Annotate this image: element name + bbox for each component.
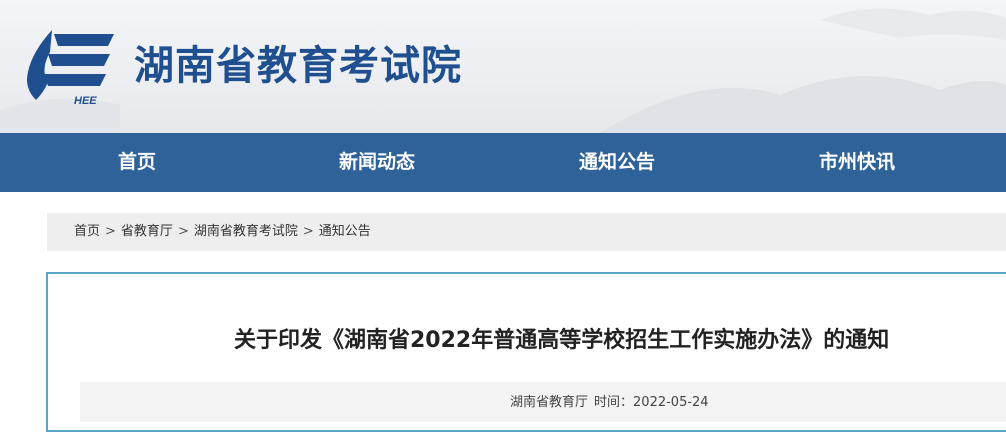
article-date: 2022-05-24 [633, 395, 709, 410]
article-date-label: 时间： [594, 395, 634, 410]
article-meta-bar: 湖南省教育厅 时间：2022-05-24 [80, 382, 1006, 422]
breadcrumb-separator: > [105, 224, 116, 239]
nav-item-city-news[interactable]: 市州快讯 [767, 133, 947, 192]
main-nav: 首页 新闻动态 通知公告 市州快讯 [0, 133, 1006, 192]
hee-logo[interactable]: HEE [14, 22, 124, 112]
breadcrumb-separator: > [177, 224, 189, 239]
breadcrumb-notices[interactable]: 通知公告 [319, 224, 371, 239]
nav-item-notices[interactable]: 通知公告 [527, 133, 707, 192]
article-source: 湖南省教育厅 [510, 395, 589, 410]
site-title[interactable]: 湖南省教育考试院 [134, 38, 462, 94]
breadcrumb: 首页 > 省教育厅 > 湖南省教育考试院 > 通知公告 [47, 213, 1006, 251]
article-title: 关于印发《湖南省2022年普通高等学校招生工作实施办法》的通知 [234, 328, 890, 353]
logo-text: HEE [74, 95, 97, 107]
breadcrumb-exam-authority[interactable]: 湖南省教育考试院 [194, 224, 298, 239]
breadcrumb-education-dept[interactable]: 省教育厅 [121, 224, 173, 239]
article-panel: 关于印发《湖南省2022年普通高等学校招生工作实施办法》的通知 湖南省教育厅 时间… [46, 272, 1006, 432]
breadcrumb-home[interactable]: 首页 [74, 224, 100, 239]
nav-item-news[interactable]: 新闻动态 [287, 133, 467, 192]
article-meta: 湖南省教育厅 时间：2022-05-24 [510, 391, 715, 410]
breadcrumb-separator: > [302, 224, 314, 239]
header-banner: HEE 湖南省教育考试院 [0, 0, 1006, 133]
nav-item-home[interactable]: 首页 [47, 133, 227, 192]
